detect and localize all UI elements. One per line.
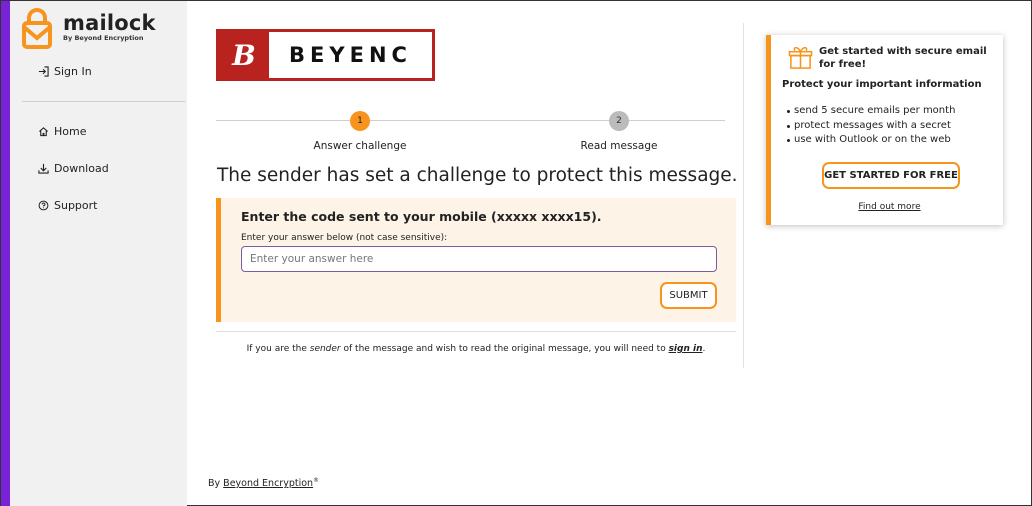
sidebar-item-label: Download	[54, 162, 109, 175]
sign-in-label: Sign In	[54, 65, 92, 78]
mailock-logo-icon	[22, 8, 52, 49]
byline-prefix: By	[208, 478, 224, 490]
promo-features: send 5 secure emails per month protect m…	[782, 105, 955, 149]
download-icon	[38, 163, 49, 174]
sidebar-item-support[interactable]: Support	[38, 199, 97, 212]
gift-icon	[788, 46, 813, 69]
sign-in-icon	[38, 66, 49, 77]
beyond-encryption-link[interactable]: Beyond Encryption	[223, 478, 313, 489]
promo-card: Get started with secure email for free! …	[766, 35, 1003, 225]
promo-title: Get started with secure email for free!	[819, 46, 987, 70]
accent-strip	[1, 1, 10, 506]
help-circle-icon	[38, 200, 49, 211]
home-icon	[39, 127, 48, 137]
column-separator	[743, 23, 744, 368]
find-out-more-link[interactable]: Find out more	[771, 202, 1008, 212]
page-heading: The sender has set a challenge to protec…	[217, 165, 738, 186]
progress-line	[216, 120, 725, 121]
note-part1: If you are the	[246, 344, 310, 354]
promo-feature: send 5 secure emails per month	[782, 105, 955, 116]
answer-label: Enter your answer below (not case sensit…	[241, 233, 448, 243]
mailock-logo[interactable]: mailock By Beyond Encryption	[22, 7, 156, 49]
challenge-panel: Enter the code sent to your mobile (xxxx…	[216, 198, 736, 322]
footer-byline: By Beyond Encryption®	[208, 477, 319, 489]
brand-name: BEYENC	[289, 43, 412, 67]
challenge-title: Enter the code sent to your mobile (xxxx…	[241, 209, 602, 224]
sender-note: If you are the sender of the message and…	[216, 344, 736, 354]
sidebar-divider	[22, 101, 185, 102]
answer-input[interactable]	[241, 246, 717, 272]
promo-subtitle: Protect your important information	[782, 79, 982, 90]
logo-name: mailock	[63, 11, 156, 35]
sign-in-link[interactable]: Sign In	[38, 65, 92, 78]
logo-subtitle: By Beyond Encryption	[63, 34, 144, 42]
sidebar: mailock By Beyond Encryption Sign In Hom…	[10, 1, 187, 506]
promo-feature: protect messages with a secret	[782, 120, 955, 131]
brand-initial: B	[219, 32, 269, 78]
sender-brand-logo: B BEYENC	[216, 29, 435, 81]
sign-in-inline-link[interactable]: sign in	[669, 344, 703, 354]
registered-mark: ®	[313, 477, 320, 484]
sidebar-item-label: Home	[54, 125, 87, 138]
get-started-button[interactable]: GET STARTED FOR FREE	[822, 162, 960, 189]
submit-button[interactable]: SUBMIT	[660, 282, 717, 309]
step-2-label: Read message	[580, 140, 658, 152]
sidebar-item-home[interactable]: Home	[38, 125, 86, 138]
note-part2: of the message and wish to read the orig…	[340, 344, 669, 354]
sidebar-item-download[interactable]: Download	[38, 162, 109, 175]
step-1-label: Answer challenge	[313, 140, 407, 152]
step-2-indicator: 2	[609, 111, 629, 131]
note-sender: sender	[309, 344, 341, 354]
content-divider	[216, 331, 736, 332]
sidebar-item-label: Support	[54, 199, 98, 212]
note-end: .	[702, 344, 706, 354]
step-1-indicator: 1	[350, 111, 370, 131]
promo-feature: use with Outlook or on the web	[782, 134, 955, 145]
